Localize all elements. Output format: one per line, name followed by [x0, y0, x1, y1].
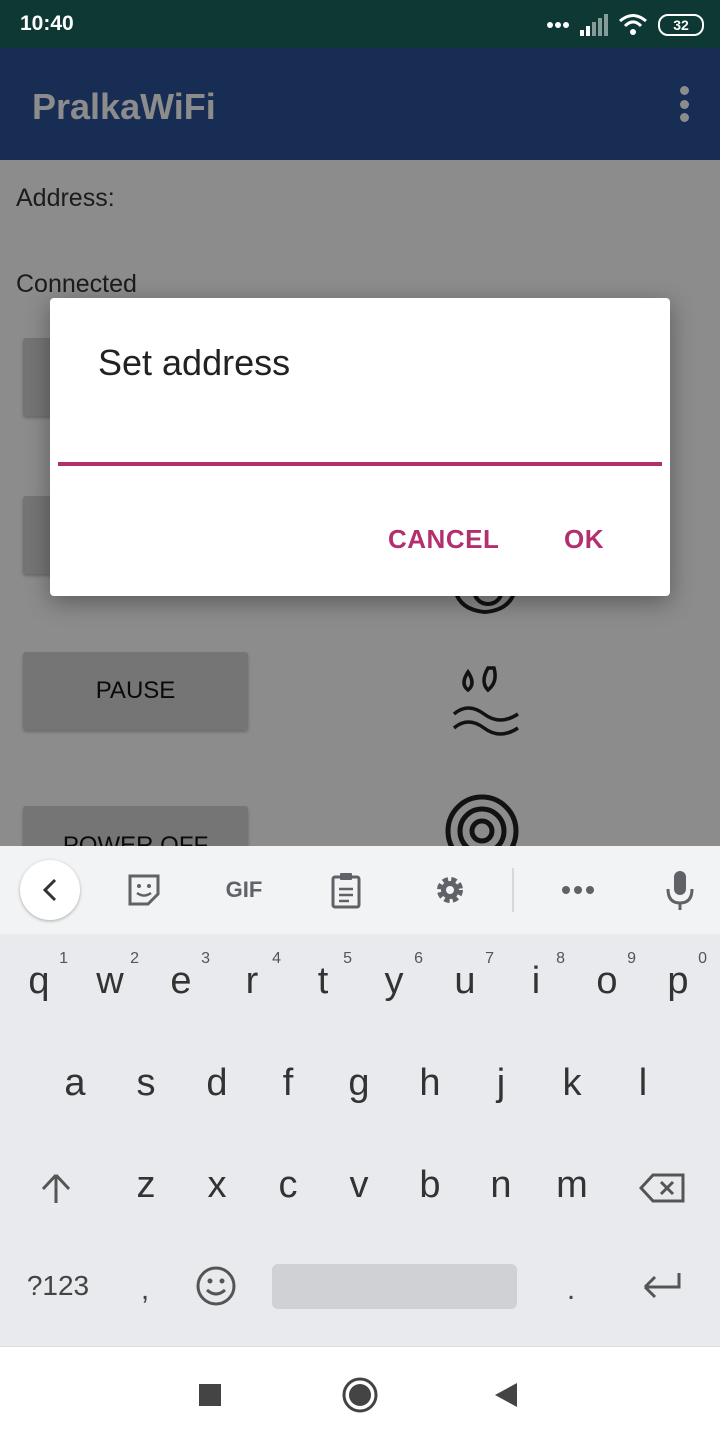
dialog-title: Set address [98, 342, 291, 383]
more-tools-button[interactable] [558, 868, 598, 912]
gif-label: GIF [225, 877, 263, 902]
key-e[interactable]: e3 [146, 934, 216, 1014]
key-g[interactable]: g [324, 1036, 394, 1116]
enter-key[interactable] [630, 1260, 694, 1312]
back-triangle-icon [495, 1383, 517, 1407]
signal-icon [580, 14, 608, 36]
comma-key[interactable]: , [120, 1260, 170, 1320]
key-a[interactable]: a [40, 1036, 110, 1116]
address-input[interactable] [58, 412, 662, 466]
key-w[interactable]: w2 [75, 934, 145, 1014]
recents-button[interactable] [190, 1375, 230, 1415]
more-horizontal-icon [562, 886, 594, 894]
keyboard-back-button[interactable] [20, 860, 80, 920]
shift-key[interactable] [20, 1158, 92, 1218]
key-x[interactable]: x [182, 1138, 252, 1218]
key-k[interactable]: k [537, 1036, 607, 1116]
chevron-left-icon [42, 878, 57, 902]
home-circle-icon [342, 1377, 378, 1413]
spacebar[interactable] [272, 1264, 517, 1309]
clipboard-icon [331, 873, 361, 909]
toolbar-divider [512, 868, 514, 912]
key-m[interactable]: m [537, 1138, 607, 1218]
key-o[interactable]: o9 [572, 934, 642, 1014]
clipboard-button[interactable] [326, 868, 366, 912]
status-icons: 32 [546, 12, 704, 38]
key-r[interactable]: r4 [217, 934, 287, 1014]
enter-arrow-icon [643, 1273, 681, 1299]
key-h[interactable]: h [395, 1036, 465, 1116]
microphone-icon [666, 871, 694, 910]
navigation-bar [0, 1346, 720, 1440]
key-f[interactable]: f [253, 1036, 323, 1116]
key-i[interactable]: i8 [501, 934, 571, 1014]
status-bar: 10:40 32 [0, 0, 720, 48]
key-v[interactable]: v [324, 1138, 394, 1218]
sticker-icon [128, 874, 160, 906]
symbols-key[interactable]: ?123 [14, 1260, 102, 1312]
key-l[interactable]: l [608, 1036, 678, 1116]
ok-button[interactable]: OK [564, 524, 604, 555]
key-b[interactable]: b [395, 1138, 465, 1218]
settings-button[interactable] [430, 868, 470, 912]
shift-arrow-icon [41, 1173, 71, 1203]
key-u[interactable]: u7 [430, 934, 500, 1014]
key-j[interactable]: j [466, 1036, 536, 1116]
home-button[interactable] [340, 1375, 380, 1415]
keyboard-toolbar: GIF [0, 846, 720, 934]
key-d[interactable]: d [182, 1036, 252, 1116]
emoji-icon [196, 1266, 236, 1306]
voice-input-button[interactable] [660, 868, 700, 912]
period-key[interactable]: . [546, 1260, 596, 1320]
key-c[interactable]: c [253, 1138, 323, 1218]
key-z[interactable]: z [111, 1138, 181, 1218]
key-t[interactable]: t5 [288, 934, 358, 1014]
key-q[interactable]: q1 [4, 934, 74, 1014]
gear-icon [437, 877, 463, 903]
keyboard: q1 w2 e3 r4 t5 y6 u7 i8 o9 p0 a s d f g … [0, 934, 720, 1346]
backspace-icon [639, 1173, 685, 1203]
wifi-icon [619, 14, 647, 35]
more-notifications-icon [547, 22, 569, 28]
emoji-key[interactable] [190, 1260, 242, 1312]
back-button[interactable] [486, 1375, 526, 1415]
gif-button[interactable]: GIF [218, 868, 270, 912]
square-icon [199, 1384, 221, 1406]
sticker-button[interactable] [124, 868, 164, 912]
key-n[interactable]: n [466, 1138, 536, 1218]
key-y[interactable]: y6 [359, 934, 429, 1014]
set-address-dialog: Set address CANCEL OK [50, 298, 670, 596]
status-time: 10:40 [20, 12, 74, 35]
key-s[interactable]: s [111, 1036, 181, 1116]
cancel-button[interactable]: CANCEL [388, 524, 499, 555]
backspace-key[interactable] [628, 1158, 698, 1218]
key-p[interactable]: p0 [643, 934, 713, 1014]
battery-indicator: 32 [658, 14, 704, 36]
